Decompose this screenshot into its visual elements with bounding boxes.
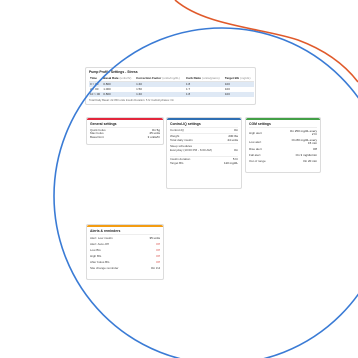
setting-value: 35 units [149, 236, 160, 241]
setting-label: After bolus BG [90, 260, 110, 265]
setting-label: Rise alert [249, 147, 262, 152]
setting-value: 3 units/hr [147, 134, 160, 139]
setting-value: Off [313, 147, 317, 152]
setting-row-low-alert: Low alert On 80 mg/dL every 15 min [246, 138, 320, 147]
setting-label: Control-IQ [170, 127, 184, 132]
setting-value: Off [156, 260, 160, 265]
setting-label: Basal limit [90, 134, 104, 139]
cgm-settings-title: CGM settings [249, 121, 271, 126]
alerts-reminders-title: Alerts & reminders [90, 228, 121, 233]
pump-profile-table: Time Basal Rate(units/hr) Correction Fac… [89, 75, 254, 97]
pump-profile-card: Pump Profile Settings - Stress Time Basa… [85, 67, 256, 105]
setting-label: High BG [90, 254, 102, 259]
setting-row-out-of-range: Out of range On 20 min [246, 159, 320, 165]
setting-row-control-iq: Control-IQ On [167, 127, 241, 133]
setting-value: On 3 mg/dL/min [295, 153, 317, 158]
setting-label: High alert [249, 130, 262, 135]
setting-value: On 3 d [150, 266, 160, 271]
setting-value: On 250 mg/dL every 2 hr [289, 129, 317, 137]
setting-label: Alert: Low insulin [90, 236, 113, 241]
setting-value: 24 units [227, 137, 238, 142]
setting-value: Off [156, 254, 160, 259]
setting-row-sleep-schedule-everyday: Everyday (10:00 PM - 6:00 AM) On [167, 147, 241, 153]
alerts-reminders-card: Alerts & reminders Alert: Low insulin 35 … [86, 224, 164, 280]
document-canvas: Pump Profile Settings - Stress Time Basa… [0, 0, 358, 358]
general-settings-card: General settings Quick bolus On 5g Max bo… [86, 117, 164, 145]
pump-profile-title: Pump Profile Settings - Stress [89, 69, 138, 74]
setting-value: On [233, 147, 238, 152]
setting-label: Out of range [249, 159, 266, 164]
divider [249, 126, 317, 128]
setting-label: Total daily insulin [170, 137, 193, 142]
setting-value: 110 mg/dL [224, 160, 238, 165]
setting-label: Site change reminder [90, 266, 119, 271]
divider [90, 233, 160, 235]
setting-value: On 80 mg/dL every 15 min [291, 138, 317, 146]
general-settings-title: General settings [90, 121, 117, 126]
setting-label: Alert: Auto-Off [90, 242, 109, 247]
setting-row-total-daily-insulin: Total daily insulin 24 units [167, 137, 241, 143]
setting-row-site-change: Site change reminder On 3 d [87, 266, 163, 272]
setting-row-basal-limit: Basal limit 3 units/hr [87, 134, 163, 140]
setting-label: Everyday (10:00 PM - 6:00 AM) [170, 147, 212, 152]
setting-value: On 20 min [303, 159, 317, 164]
setting-value: On [233, 127, 238, 132]
setting-row-high-alert: High alert On 250 mg/dL every 2 hr [246, 129, 320, 138]
setting-label: Target BG [170, 160, 184, 165]
pump-profile-footer: Total Daily Basal: 22.050 units Insulin … [89, 98, 174, 102]
setting-value: Off [156, 248, 160, 253]
setting-label: Fall alert [249, 153, 261, 158]
setting-label: Low BG [90, 248, 101, 253]
control-iq-title: Control-IQ settings [170, 121, 201, 126]
setting-row-target-bg: Target BG 110 mg/dL [167, 160, 241, 166]
control-iq-settings-card: Control-IQ settings Control-IQ On Weight 2… [166, 117, 242, 189]
cgm-settings-card: CGM settings High alert On 250 mg/dL ever… [245, 117, 321, 173]
setting-label: Low alert [249, 139, 262, 144]
setting-value: Off [156, 242, 160, 247]
